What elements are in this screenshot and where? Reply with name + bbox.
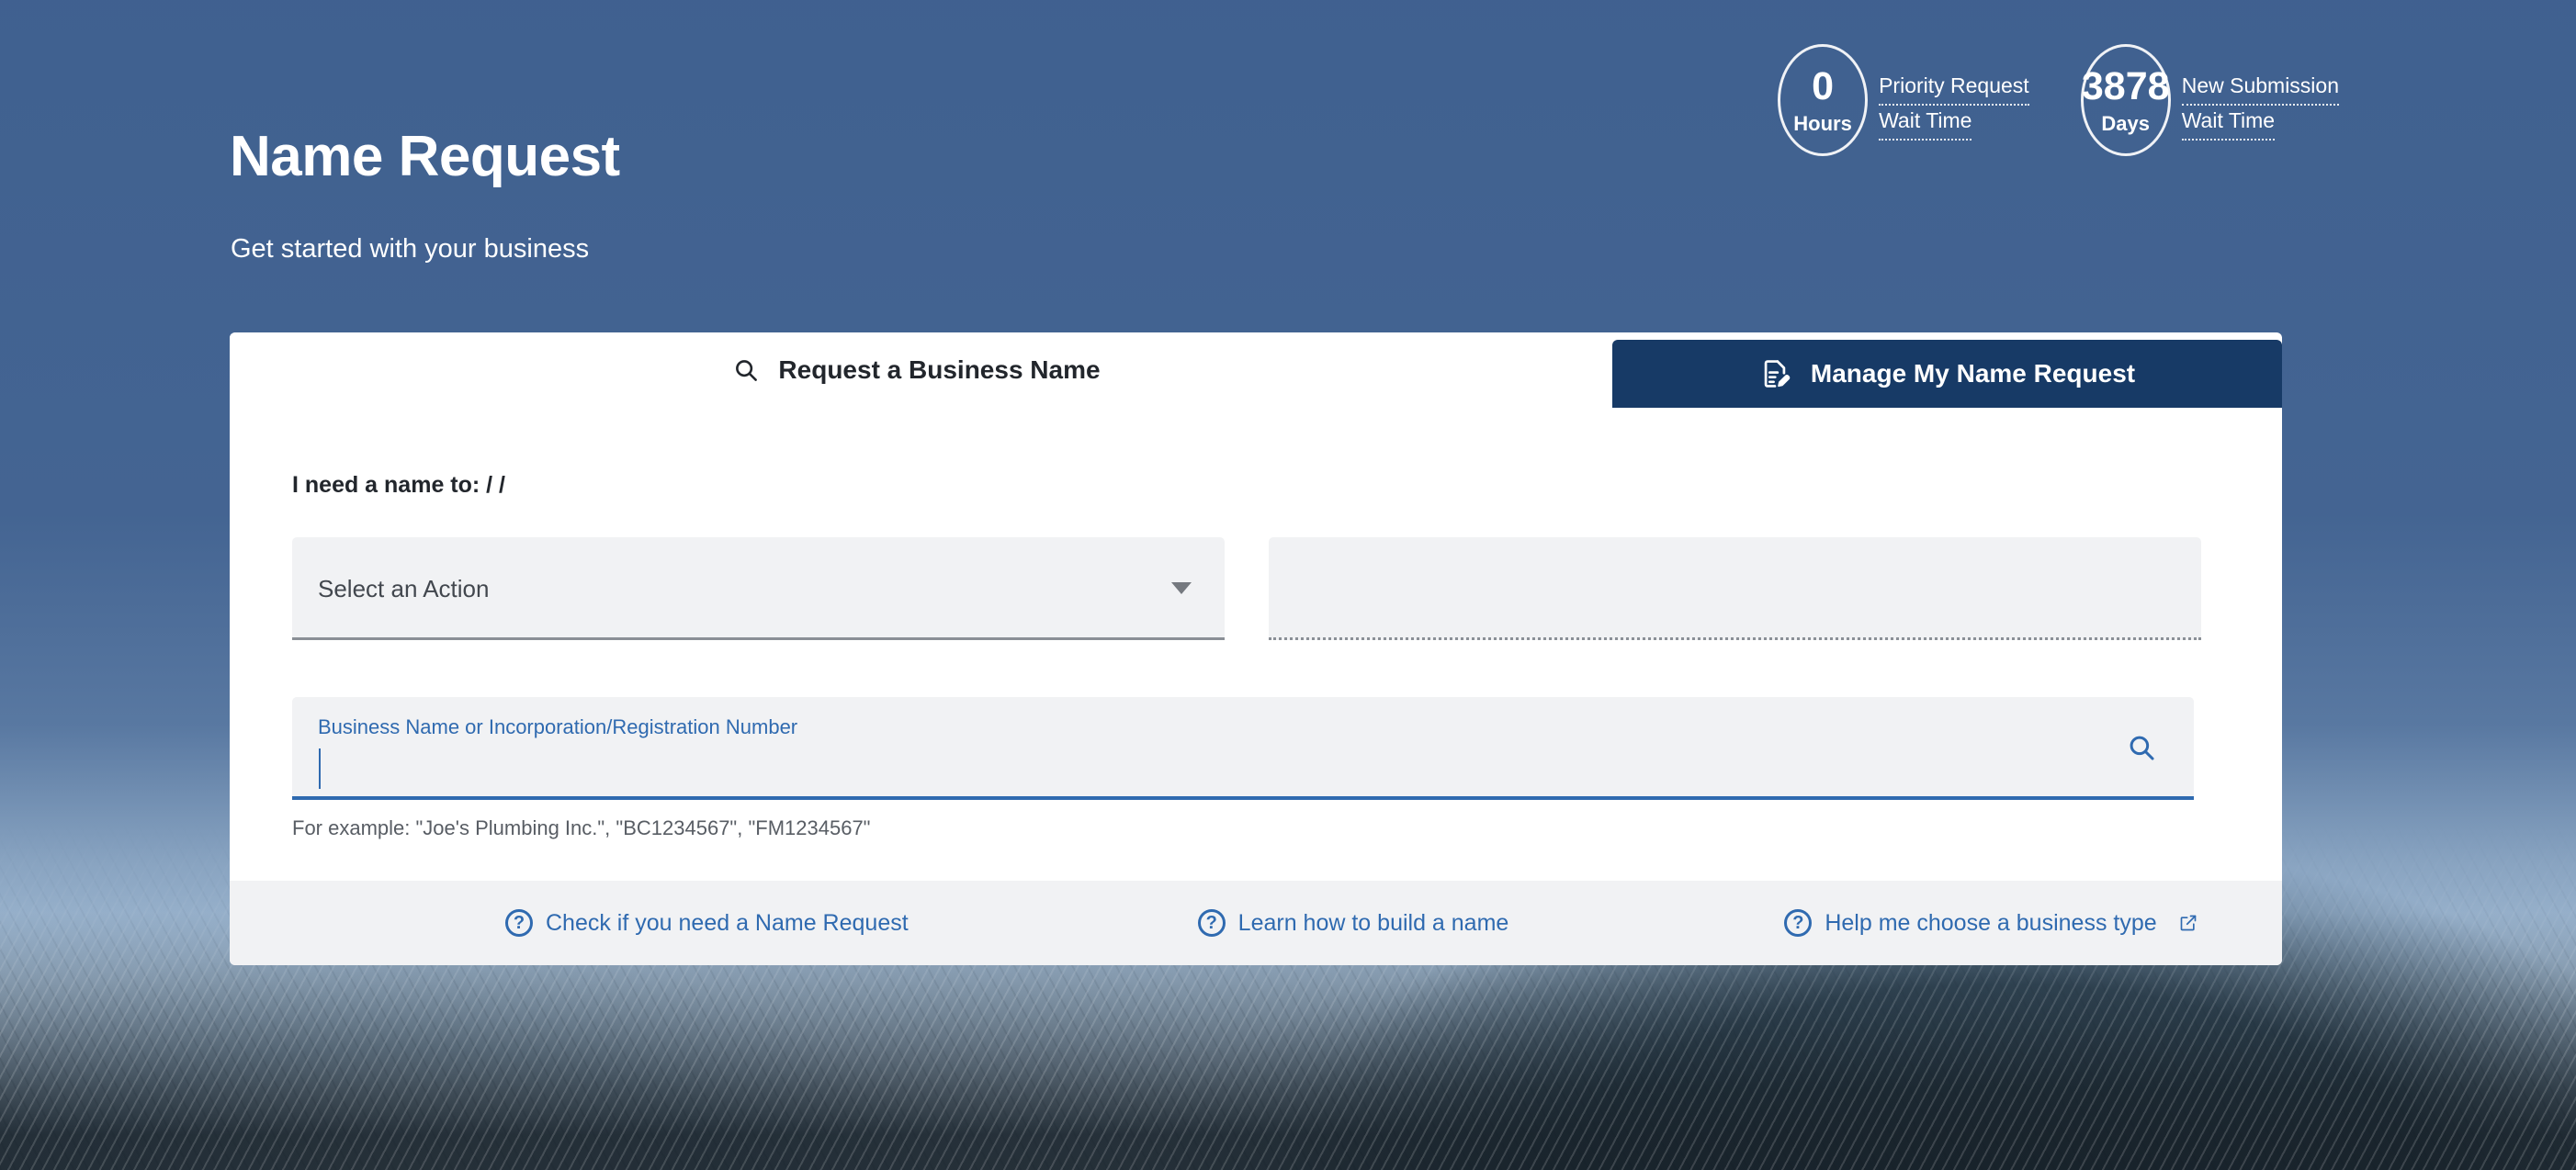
- search-example-hint: For example: "Joe's Plumbing Inc.", "BC1…: [292, 816, 871, 839]
- select-an-action-value: Select an Action: [318, 574, 490, 602]
- search-submit-button[interactable]: [2126, 697, 2157, 800]
- page-root: Name Request Get started with your busin…: [0, 0, 2576, 1170]
- link-check-if-you-need-a-name-request[interactable]: ? Check if you need a Name Request: [505, 909, 909, 937]
- search-icon: [2126, 732, 2157, 766]
- need-a-name-to-label: I need a name to: / /: [292, 472, 505, 498]
- stat-value-new-submission: 3878: [2081, 63, 2170, 108]
- entity-type-field[interactable]: [1269, 537, 2201, 640]
- action-row: Select an Action: [292, 537, 2220, 640]
- chevron-down-icon[interactable]: [1171, 537, 1192, 640]
- page-subtitle: Get started with your business: [231, 234, 590, 264]
- document-edit-icon: [1759, 358, 1791, 389]
- external-link-icon: [2179, 914, 2198, 932]
- question-circle-icon: ?: [505, 909, 533, 937]
- search-icon: [732, 356, 760, 384]
- question-circle-icon: ?: [1784, 909, 1813, 937]
- page-title: Name Request: [230, 125, 620, 188]
- select-an-action-dropdown[interactable]: Select an Action: [292, 537, 1225, 640]
- question-circle-icon: ?: [1197, 909, 1226, 937]
- stat-label-priority: Priority Request Wait Time: [1879, 60, 2029, 141]
- tab-manage-my-name-request-label: Manage My Name Request: [1810, 359, 2136, 388]
- tab-request-a-business-name[interactable]: Request a Business Name: [230, 332, 1603, 408]
- stat-bubble-new-submission: 3878 Days: [2080, 44, 2171, 156]
- stat-label-new-submission-line2: Wait Time: [2181, 106, 2276, 141]
- business-name-search-label: Business Name or Incorporation/Registrat…: [318, 715, 798, 738]
- page-header: Name Request Get started with your busin…: [0, 0, 2576, 321]
- search-input[interactable]: [318, 748, 2109, 789]
- link-help-label: Help me choose a business type: [1825, 909, 2157, 936]
- link-help-me-choose-a-business-type[interactable]: ? Help me choose a business type: [1784, 909, 2197, 937]
- tab-manage-my-name-request[interactable]: Manage My Name Request: [1612, 340, 2282, 408]
- link-learn-how-to-build-a-name[interactable]: ? Learn how to build a name: [1197, 909, 1509, 937]
- stat-unit-new-submission: Days: [2101, 111, 2150, 135]
- stat-label-priority-line2: Wait Time: [1879, 106, 1972, 141]
- stat-new-submission-wait-time: 3878 Days New Submission Wait Time: [2080, 44, 2339, 156]
- card-tabs: Request a Business Name Manage My Name R…: [230, 332, 2282, 408]
- card-footer-links: ? Check if you need a Name Request ? Lea…: [230, 881, 2282, 965]
- card-body: I need a name to: / / Select an Action B…: [230, 408, 2282, 881]
- stat-value-priority: 0: [1812, 63, 1835, 108]
- business-name-search-field[interactable]: Business Name or Incorporation/Registrat…: [292, 697, 2194, 800]
- link-check-label: Check if you need a Name Request: [546, 909, 909, 936]
- stat-label-priority-line1: Priority Request: [1879, 71, 2029, 106]
- wait-time-stats: 0 Hours Priority Request Wait Time 3878 …: [1778, 44, 2339, 156]
- stat-bubble-priority: 0 Hours: [1778, 44, 1869, 156]
- stat-label-new-submission-line1: New Submission: [2181, 71, 2339, 106]
- stat-priority-request-wait-time: 0 Hours Priority Request Wait Time: [1778, 44, 2029, 156]
- stat-unit-priority: Hours: [1793, 111, 1852, 135]
- link-learn-label: Learn how to build a name: [1237, 909, 1509, 936]
- stat-label-new-submission: New Submission Wait Time: [2181, 60, 2339, 141]
- name-request-card: Request a Business Name Manage My Name R…: [230, 332, 2282, 965]
- tab-request-a-business-name-label: Request a Business Name: [778, 355, 1101, 384]
